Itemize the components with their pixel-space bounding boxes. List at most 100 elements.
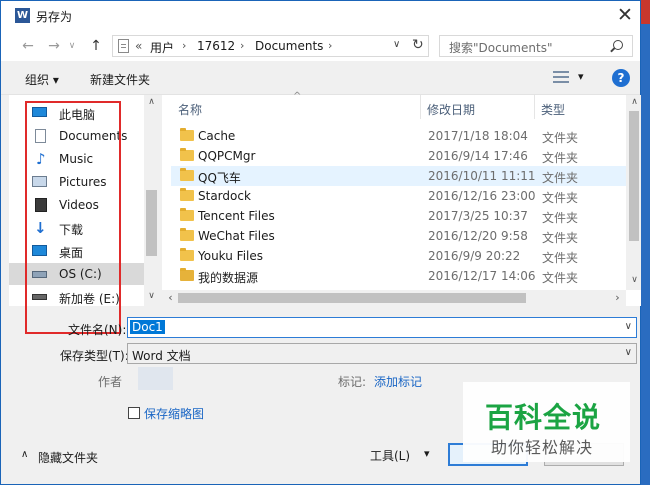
scroll-right-icon[interactable]: › xyxy=(612,291,623,304)
file-modified: 2016/9/9 20:22 xyxy=(428,249,521,263)
file-row[interactable]: QQ飞车 2016/10/11 11:11 文件夹 xyxy=(171,166,626,186)
file-name: QQPCMgr xyxy=(198,149,256,163)
file-modified: 2017/3/25 10:37 xyxy=(428,209,528,223)
file-row[interactable]: WeChat Files 2016/12/20 9:58 文件夹 xyxy=(171,226,626,246)
file-row[interactable]: Stardock 2016/12/16 23:00 文件夹 xyxy=(171,186,626,206)
breadcrumb-separator[interactable]: › xyxy=(328,39,332,52)
watermark-title: 百科全说 xyxy=(485,401,602,434)
view-options-icon[interactable] xyxy=(553,70,569,84)
refresh-icon[interactable]: ↻ xyxy=(412,37,424,53)
scroll-left-icon[interactable]: ‹ xyxy=(165,291,176,304)
new-folder-button[interactable]: 新建文件夹 xyxy=(90,71,150,88)
documents-location-icon xyxy=(118,39,129,53)
column-header-type[interactable]: 类型 xyxy=(541,101,565,118)
view-dropdown-icon[interactable]: ▾ xyxy=(578,70,584,83)
scroll-up-icon[interactable]: ∧ xyxy=(146,97,157,107)
file-modified: 2016/12/20 9:58 xyxy=(428,229,528,243)
column-divider[interactable] xyxy=(420,95,421,119)
search-input[interactable]: 搜索"Documents" xyxy=(449,39,552,56)
file-name: Cache xyxy=(198,129,236,143)
organize-menu[interactable]: 组织 ▾ xyxy=(25,71,59,88)
filename-field[interactable]: Doc1 ∨ xyxy=(127,317,637,338)
breadcrumb-separator[interactable]: › xyxy=(240,39,244,52)
address-dropdown-icon[interactable]: ∨ xyxy=(393,39,400,50)
folder-icon xyxy=(180,268,194,281)
file-type: 文件夹 xyxy=(542,251,579,265)
file-row[interactable]: QQPCMgr 2016/9/14 17:46 文件夹 xyxy=(171,146,626,166)
file-type: 文件夹 xyxy=(542,211,579,225)
filetype-dropdown-icon[interactable]: ∨ xyxy=(625,347,632,358)
file-modified: 2016/10/11 11:11 xyxy=(428,169,536,183)
up-button[interactable]: ↑ xyxy=(87,37,105,55)
column-header-name[interactable]: 名称 xyxy=(178,101,202,118)
scroll-up-icon[interactable]: ∧ xyxy=(629,97,640,107)
title-bar: W 另存为 ✕ xyxy=(1,1,640,31)
file-list-vertical-scrollbar[interactable]: ∧ ∨ xyxy=(626,95,642,290)
filetype-select[interactable]: Word 文档 ∨ xyxy=(127,343,637,364)
file-name: WeChat Files xyxy=(198,229,275,243)
file-row[interactable]: Tencent Files 2017/3/25 10:37 文件夹 xyxy=(171,206,626,226)
file-row[interactable]: Cache 2017/1/18 18:04 文件夹 xyxy=(171,126,626,146)
hide-folders-button[interactable]: 隐藏文件夹 xyxy=(38,449,98,466)
dialog-title: 另存为 xyxy=(36,10,73,24)
breadcrumb-documents[interactable]: Documents xyxy=(255,39,323,53)
recent-locations-chevron-icon[interactable]: ∨ xyxy=(63,37,81,55)
vertical-scroll-thumb[interactable] xyxy=(629,111,639,241)
file-modified: 2016/12/16 23:00 xyxy=(428,189,536,203)
file-name: Tencent Files xyxy=(198,209,275,223)
tags-label: 标记: xyxy=(338,375,367,389)
search-icon[interactable] xyxy=(613,40,623,50)
help-icon[interactable]: ? xyxy=(612,69,630,87)
address-bar[interactable]: « 用户 › 17612 › Documents › ∨ ↻ xyxy=(112,35,429,57)
word-app-icon: W xyxy=(15,8,30,23)
add-tags-link[interactable]: 添加标记 xyxy=(374,373,422,390)
tools-dropdown-icon[interactable]: ▾ xyxy=(424,447,430,460)
file-type: 文件夹 xyxy=(542,271,579,285)
filetype-label: 保存类型(T): xyxy=(60,349,129,363)
folder-icon xyxy=(180,168,194,181)
command-bar: 组织 ▾ 新建文件夹 ▾ ? xyxy=(1,61,640,95)
filetype-value: Word 文档 xyxy=(132,349,191,363)
file-modified: 2017/1/18 18:04 xyxy=(428,129,528,143)
file-row[interactable]: Youku Files 2016/9/9 20:22 文件夹 xyxy=(171,246,626,266)
save-as-dialog: W 另存为 ✕ ← → ∨ ↑ « 用户 › 17612 › Documents… xyxy=(0,0,642,485)
column-header-modified[interactable]: 修改日期 xyxy=(427,101,475,118)
filename-dropdown-icon[interactable]: ∨ xyxy=(625,321,632,332)
nav-scrollbar[interactable]: ∧ ∨ xyxy=(144,95,159,306)
nav-scroll-thumb[interactable] xyxy=(146,190,157,256)
folder-icon xyxy=(180,228,194,241)
save-thumbnail-label[interactable]: 保存缩略图 xyxy=(144,405,204,422)
scroll-down-icon[interactable]: ∨ xyxy=(629,275,640,285)
filename-input[interactable]: Doc1 xyxy=(130,320,165,334)
breadcrumb-users[interactable]: 用户 xyxy=(150,39,174,56)
file-type: 文件夹 xyxy=(542,171,579,185)
close-button[interactable]: ✕ xyxy=(613,4,637,28)
breadcrumb-user[interactable]: 17612 xyxy=(197,39,235,53)
tools-menu[interactable]: 工具(L) xyxy=(370,447,410,464)
breadcrumb-separator[interactable]: › xyxy=(182,39,186,52)
search-box[interactable]: 搜索"Documents" xyxy=(439,35,633,57)
folder-icon xyxy=(180,128,194,141)
collapse-chevron-icon[interactable]: ∧ xyxy=(21,449,28,460)
file-type: 文件夹 xyxy=(542,151,579,165)
save-thumbnail-checkbox[interactable] xyxy=(128,407,140,419)
file-row[interactable]: 我的数据源 2016/12/17 14:06 文件夹 xyxy=(171,266,626,286)
horizontal-scroll-thumb[interactable] xyxy=(178,293,526,303)
back-button[interactable]: ← xyxy=(19,37,37,55)
filename-label: 文件名(N): xyxy=(68,323,127,337)
file-type: 文件夹 xyxy=(542,131,579,145)
file-name: QQ飞车 xyxy=(198,171,241,185)
file-type: 文件夹 xyxy=(542,191,579,205)
author-label: 作者 xyxy=(98,375,123,389)
folder-icon xyxy=(180,188,194,201)
highlight-annotation-box xyxy=(25,101,121,334)
address-bar-row: ← → ∨ ↑ « 用户 › 17612 › Documents › ∨ ↻ 搜… xyxy=(1,31,640,61)
folder-icon xyxy=(180,208,194,221)
scroll-down-icon[interactable]: ∨ xyxy=(146,291,157,301)
breadcrumb-overflow[interactable]: « xyxy=(135,39,142,53)
file-list-horizontal-scrollbar[interactable]: ‹ › xyxy=(162,290,626,306)
desktop-background xyxy=(641,24,650,485)
author-field[interactable] xyxy=(138,367,173,390)
column-divider[interactable] xyxy=(534,95,535,119)
forward-button[interactable]: → xyxy=(45,37,63,55)
